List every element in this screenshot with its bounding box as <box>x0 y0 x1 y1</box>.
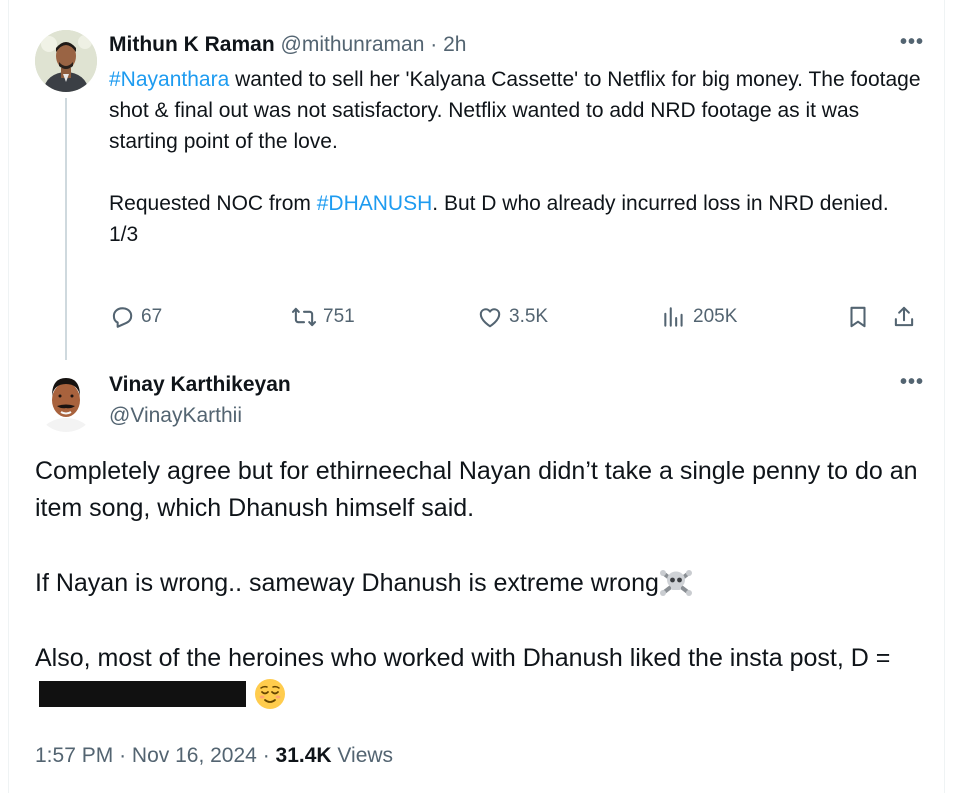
reply-button[interactable]: 67 <box>109 302 162 332</box>
meta-dot-1: · <box>119 744 127 767</box>
repost-button[interactable]: 751 <box>291 302 355 332</box>
views-count: 205K <box>693 306 738 327</box>
main-paragraph-3-text: Also, most of the heroines who worked wi… <box>35 644 891 672</box>
parent-paragraph-1-text: wanted to sell her 'Kalyana Cassette' to… <box>109 68 921 153</box>
parent-action-bar: 67 751 3.5K 205K <box>109 302 927 332</box>
hashtag-dhanush[interactable]: #DHANUSH <box>317 192 433 215</box>
avatar-mithun[interactable] <box>35 30 97 92</box>
tweet-metadata: 1:57 PM · Nov 16, 2024 · 31.4K Views <box>35 742 393 770</box>
bookmark-button[interactable] <box>845 302 871 332</box>
parent-paragraph-1: #Nayanthara wanted to sell her 'Kalyana … <box>109 64 929 157</box>
like-button[interactable]: 3.5K <box>477 302 548 332</box>
main-paragraph-3: Also, most of the heroines who worked wi… <box>35 640 925 714</box>
tweet-time[interactable]: 1:57 PM <box>35 744 113 767</box>
like-count: 3.5K <box>509 306 549 327</box>
parent-thread-count: 1/3 <box>109 223 139 246</box>
main-views-count: 31.4K <box>275 744 332 767</box>
parent-time-ago[interactable]: 2h <box>443 33 466 56</box>
parent-tweet-text: #Nayanthara wanted to sell her 'Kalyana … <box>109 64 929 250</box>
share-icon <box>894 306 914 327</box>
analytics-icon <box>664 307 683 327</box>
main-paragraph-1: Completely agree but for ethirneechal Na… <box>35 457 918 522</box>
repost-count: 751 <box>323 306 355 327</box>
main-tweet-text: Completely agree but for ethirneechal Na… <box>35 453 925 714</box>
meta-dot-2: · <box>262 744 270 767</box>
main-paragraph-2: If Nayan is wrong.. sameway Dhanush is e… <box>35 565 925 602</box>
heart-icon <box>479 308 501 328</box>
bookmark-icon <box>850 306 866 328</box>
main-author-name[interactable]: Vinay Karthikeyan <box>109 372 291 398</box>
views-button[interactable]: 205K <box>661 302 737 332</box>
avatar-vinay[interactable] <box>35 370 97 432</box>
thread-connector-line <box>65 98 67 360</box>
tweet-date[interactable]: Nov 16, 2024 <box>132 744 257 767</box>
reply-count: 67 <box>141 306 163 327</box>
repost-icon <box>291 307 317 327</box>
tweet-thread-page: Mithun K Raman @mithunraman · 2h ••• #Na… <box>8 0 945 793</box>
main-author-handle[interactable]: @VinayKarthii <box>109 403 242 429</box>
share-button[interactable] <box>891 302 917 332</box>
relieved-face-icon <box>254 678 286 710</box>
skull-and-crossbones-icon <box>659 567 693 597</box>
parent-tweet-header: Mithun K Raman @mithunraman · 2h <box>109 32 466 58</box>
parent-author-name[interactable]: Mithun K Raman <box>109 33 275 56</box>
redacted-block <box>39 681 246 707</box>
reply-icon <box>112 307 133 328</box>
parent-more-options-icon[interactable]: ••• <box>900 31 924 54</box>
header-separator: · <box>430 33 438 56</box>
hashtag-nayanthara[interactable]: #Nayanthara <box>109 68 229 91</box>
main-paragraph-2-text: If Nayan is wrong.. sameway Dhanush is e… <box>35 569 659 597</box>
views-label: Views <box>331 744 394 767</box>
main-more-options-icon[interactable]: ••• <box>900 371 924 394</box>
parent-paragraph-2-text: . But D who already incurred loss in NRD… <box>432 192 889 215</box>
parent-paragraph-2: Requested NOC from #DHANUSH. But D who a… <box>109 188 929 219</box>
parent-paragraph-2-prefix: Requested NOC from <box>109 192 317 215</box>
parent-author-handle[interactable]: @mithunraman <box>281 33 425 56</box>
